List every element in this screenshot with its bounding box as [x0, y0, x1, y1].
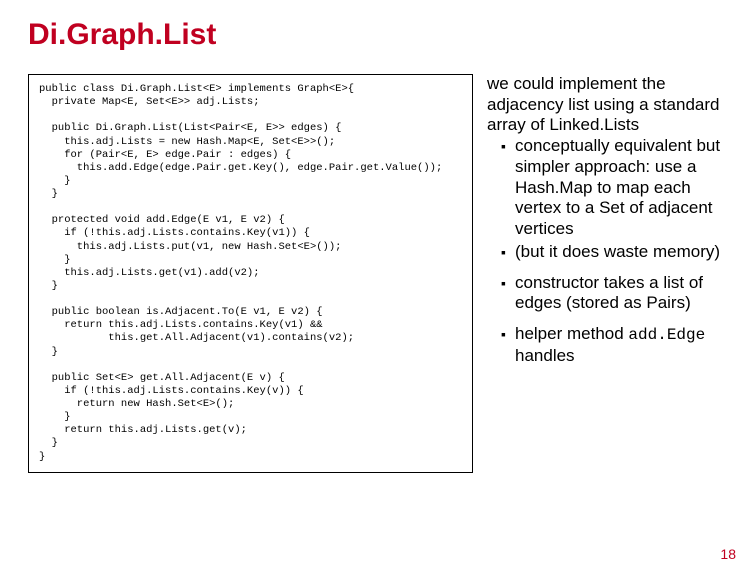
bullet-c-suffix: handles — [515, 346, 575, 365]
bullet-c-code: add.Edge — [628, 326, 705, 344]
list-item: (but it does waste memory) — [501, 242, 728, 263]
notes-block-b: constructor takes a list of edges (store… — [487, 273, 728, 314]
bullet-c-prefix: helper method — [515, 324, 628, 343]
list-item: constructor takes a list of edges (store… — [501, 273, 728, 314]
slide-title: Di.Graph.List — [28, 18, 728, 52]
code-block: public class Di.Graph.List<E> implements… — [28, 74, 473, 473]
slide: Di.Graph.List public class Di.Graph.List… — [0, 0, 756, 576]
notes-list-b: constructor takes a list of edges (store… — [487, 273, 728, 314]
page-number: 18 — [720, 546, 736, 562]
list-item: conceptually equivalent but simpler appr… — [501, 136, 728, 240]
list-item: helper method add.Edge handles — [501, 324, 728, 366]
notes-list-c: helper method add.Edge handles — [487, 324, 728, 366]
notes-block-c: helper method add.Edge handles — [487, 324, 728, 366]
notes-intro: we could implement the adjacency list us… — [487, 74, 728, 136]
notes-column: we could implement the adjacency list us… — [487, 74, 728, 473]
content-row: public class Di.Graph.List<E> implements… — [28, 74, 728, 473]
notes-list-a: conceptually equivalent but simpler appr… — [487, 136, 728, 262]
notes-intro-block: we could implement the adjacency list us… — [487, 74, 728, 263]
